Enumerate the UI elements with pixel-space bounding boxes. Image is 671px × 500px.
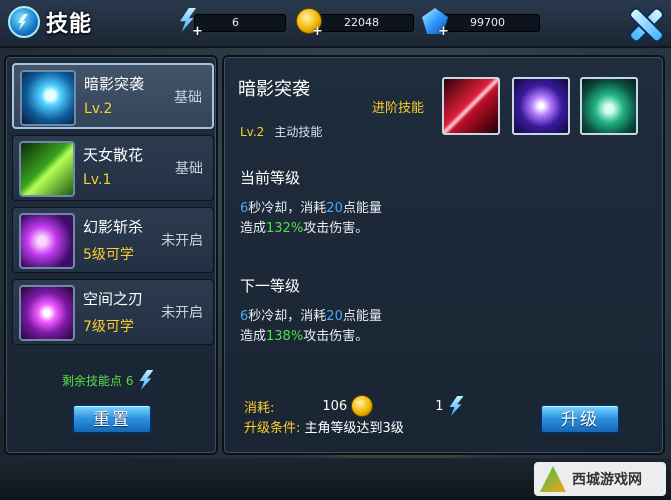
close-icon[interactable] <box>627 6 665 44</box>
detail-skill-name: 暗影突袭 <box>238 79 310 100</box>
skill-item[interactable]: 天女散花 Lv.1 基础 <box>12 135 214 201</box>
gem-counter[interactable]: + 99700 <box>422 8 542 39</box>
condition-value: 主角等级达到3级 <box>304 421 404 436</box>
energy-counter[interactable]: + 6 <box>176 10 286 39</box>
desc-text: 点能量 <box>342 309 382 324</box>
gem-value: 99700 <box>470 16 505 29</box>
current-level-desc: 6秒冷却，消耗20点能量 造成132%攻击伤害。 <box>240 199 382 239</box>
cost-points-value: 1 <box>435 398 444 414</box>
skill-status: 未开启 <box>161 233 203 249</box>
flower-rain-icon <box>19 141 75 197</box>
add-energy-icon[interactable]: + <box>192 24 203 39</box>
current-level-heading: 当前等级 <box>240 169 301 187</box>
desc-text: 点能量 <box>342 201 382 216</box>
watermark-icon <box>540 466 566 492</box>
top-bar: 技能 + 6 + 22048 + 99700 <box>0 0 671 48</box>
skill-level: Lv.1 <box>83 172 112 188</box>
desc-text: 攻击伤害。 <box>303 221 369 236</box>
current-energy-cost: 20 <box>326 201 343 216</box>
skill-item[interactable]: 幻影斩杀 5级可学 未开启 <box>12 207 214 273</box>
energy-icon <box>449 396 464 416</box>
skill-item[interactable]: 空间之刃 7级可学 未开启 <box>12 279 214 345</box>
add-gem-icon[interactable]: + <box>438 24 449 39</box>
skill-name: 暗影突袭 <box>84 75 145 93</box>
desc-text: 秒冷却，消耗 <box>248 309 327 324</box>
skill-status: 未开启 <box>161 305 203 321</box>
current-damage-pct: 132% <box>266 221 304 236</box>
gold-counter[interactable]: + 22048 <box>296 8 416 39</box>
skill-unlock-level: 5级可学 <box>83 247 134 263</box>
skill-name: 幻影斩杀 <box>83 218 144 236</box>
next-damage-pct: 138% <box>266 329 304 344</box>
detail-level-line: Lv.2 主动技能 <box>240 123 322 140</box>
advanced-skill-violet-icon[interactable] <box>512 77 570 135</box>
shadow-strike-icon <box>20 70 76 126</box>
skill-category: 基础 <box>175 161 203 177</box>
desc-text: 秒冷却，消耗 <box>248 201 327 216</box>
watermark-logo: 西城游戏网 <box>534 462 666 496</box>
energy-icon <box>139 370 154 390</box>
reset-button[interactable]: 重置 <box>72 404 152 434</box>
next-level-desc: 6秒冷却，消耗20点能量 造成138%攻击伤害。 <box>240 307 382 347</box>
desc-text: 造成 <box>240 329 267 344</box>
skill-list-panel: 暗影突袭 Lv.2 基础 天女散花 Lv.1 基础 幻影斩杀 5级可学 未开启 … <box>4 55 218 455</box>
desc-text: 造成 <box>240 221 267 236</box>
skill-detail-panel: 暗影突袭 进阶技能 Lv.2 主动技能 当前等级 6秒冷却，消耗20点能量 造成1… <box>222 55 665 455</box>
remaining-points-label: 剩余技能点 6 <box>62 373 134 388</box>
energy-value: 6 <box>232 16 239 29</box>
condition-label: 升级条件: <box>244 421 301 436</box>
advanced-skill-crimson-icon[interactable] <box>442 77 500 135</box>
watermark-text: 西城游戏网 <box>572 472 642 488</box>
next-energy-cost: 20 <box>326 309 343 324</box>
energy-bar <box>194 14 286 32</box>
space-blade-icon <box>19 285 75 341</box>
gold-coin-icon <box>351 395 374 417</box>
skill-category: 基础 <box>174 90 202 106</box>
skill-name: 天女散花 <box>83 146 144 164</box>
advanced-skill-skull-icon[interactable] <box>580 77 638 135</box>
phantom-slash-icon <box>19 213 75 269</box>
upgrade-cost-row: 消耗: 106 1 <box>244 395 464 417</box>
skill-emblem-icon <box>8 6 40 38</box>
add-gold-icon[interactable]: + <box>312 24 323 39</box>
upgrade-condition-row: 升级条件: 主角等级达到3级 <box>244 417 404 436</box>
cost-gold-value: 106 <box>322 398 348 414</box>
detail-level: Lv.2 <box>240 125 265 139</box>
next-level-heading: 下一等级 <box>240 277 301 295</box>
skill-name: 空间之刃 <box>83 290 144 308</box>
remaining-points: 剩余技能点 6 <box>62 370 154 390</box>
cost-label: 消耗: <box>244 400 275 416</box>
skill-unlock-level: 7级可学 <box>83 319 134 335</box>
gold-value: 22048 <box>344 16 379 29</box>
desc-text: 攻击伤害。 <box>303 329 369 344</box>
page-title: 技能 <box>46 12 93 37</box>
title-area: 技能 <box>8 6 92 38</box>
upgrade-button[interactable]: 升级 <box>540 404 620 434</box>
detail-type: 主动技能 <box>274 125 323 139</box>
skill-level: Lv.2 <box>84 101 113 117</box>
skill-item[interactable]: 暗影突袭 Lv.2 基础 <box>12 63 214 129</box>
advanced-skill-label: 进阶技能 <box>372 101 425 116</box>
